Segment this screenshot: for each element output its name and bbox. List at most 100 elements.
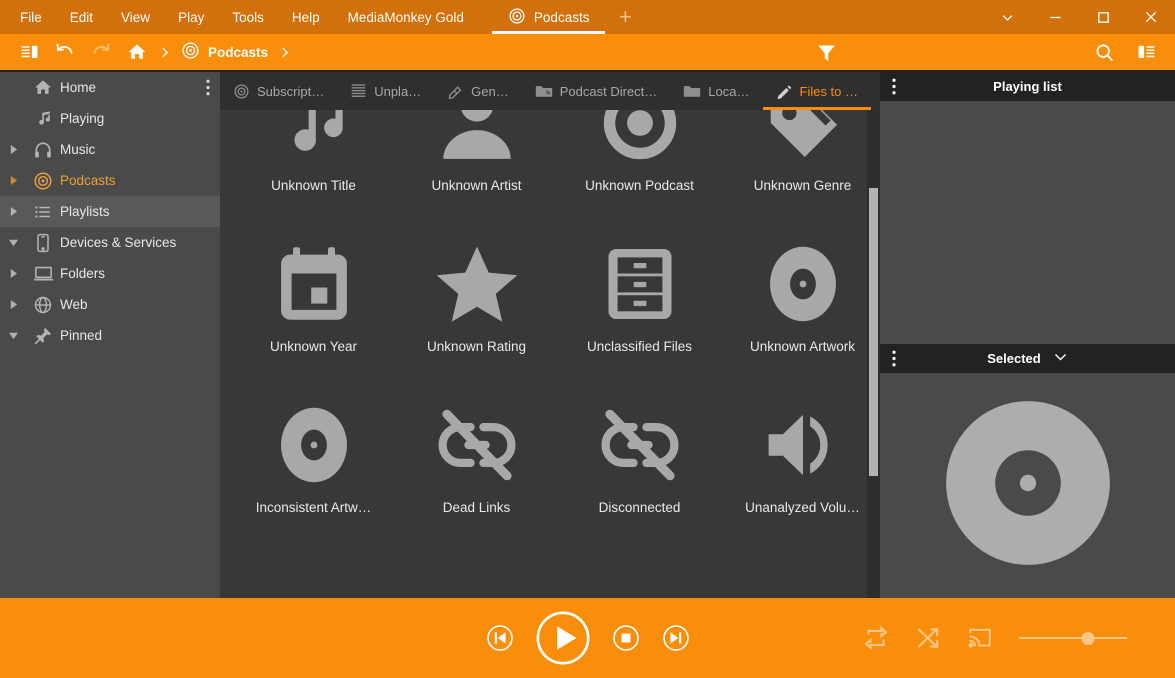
- tile-unanalyzed-volume[interactable]: Unanalyzed Volu…: [721, 384, 880, 545]
- cast-icon[interactable]: [967, 625, 993, 651]
- window-tab-podcasts[interactable]: Podcasts: [491, 0, 606, 34]
- tile-inconsistent-artwork[interactable]: Inconsistent Artw…: [232, 384, 395, 545]
- more-vertical-icon[interactable]: [892, 72, 896, 101]
- chevron-down-icon[interactable]: [1053, 351, 1068, 366]
- volume-knob[interactable]: [1081, 631, 1095, 645]
- menu-bar: File Edit View Play Tools Help MediaMonk…: [0, 0, 1175, 34]
- tile-disconnected[interactable]: Disconnected: [558, 384, 721, 545]
- more-vertical-icon[interactable]: [892, 344, 896, 373]
- sidebar-item-playing[interactable]: Playing: [0, 103, 220, 134]
- shuffle-icon[interactable]: [915, 625, 941, 651]
- music-note-icon: [271, 110, 357, 172]
- tab-label: Gen…: [471, 83, 509, 99]
- chevron-right-icon[interactable]: [0, 268, 26, 279]
- chevron-right-icon[interactable]: [0, 206, 26, 217]
- chevron-down-icon[interactable]: [0, 331, 26, 340]
- tile-unknown-year[interactable]: Unknown Year: [232, 223, 395, 384]
- menu-help[interactable]: Help: [278, 0, 334, 34]
- breadcrumb-label-podcasts: Podcasts: [208, 44, 269, 60]
- sidebar-item-devices-services[interactable]: Devices & Services: [0, 227, 220, 258]
- sidebar-item-web[interactable]: Web: [0, 289, 220, 320]
- disc-icon: [760, 235, 846, 333]
- content-vertical-scrollbar[interactable]: [869, 188, 878, 476]
- menu-edit[interactable]: Edit: [56, 0, 107, 34]
- chevron-right-icon[interactable]: [0, 144, 26, 155]
- chevron-right-icon[interactable]: [0, 175, 26, 186]
- chevron-right-icon[interactable]: [0, 299, 26, 310]
- chevron-down-icon[interactable]: [983, 0, 1031, 34]
- menu-play[interactable]: Play: [164, 0, 218, 34]
- filter-funnel-icon[interactable]: [809, 37, 843, 67]
- tab-podcast-directory[interactable]: Podcast Direct…: [522, 72, 671, 110]
- menu-mediamonkey-gold[interactable]: MediaMonkey Gold: [334, 0, 478, 34]
- repeat-icon[interactable]: [863, 625, 889, 651]
- tile-unknown-genre[interactable]: Unknown Genre: [721, 110, 880, 223]
- music-note-icon: [26, 109, 60, 128]
- tile-grid-wrapper: Unknown Title Unknown Artist Unknown Pod…: [220, 110, 880, 598]
- chevron-down-icon[interactable]: [0, 238, 26, 247]
- tab-label: Loca…: [708, 83, 750, 99]
- tile-grid: Unknown Title Unknown Artist Unknown Pod…: [220, 110, 880, 545]
- sidebar-more-icon[interactable]: [206, 72, 210, 103]
- volume-slider[interactable]: [1019, 631, 1127, 645]
- pencil-icon: [776, 83, 793, 100]
- sidebar-item-music[interactable]: Music: [0, 134, 220, 165]
- redo-icon[interactable]: [84, 37, 118, 67]
- selected-artwork-area[interactable]: [880, 373, 1175, 598]
- close-icon[interactable]: [1127, 0, 1175, 34]
- skip-next-icon[interactable]: [660, 622, 692, 654]
- sidebar-item-playlists[interactable]: Playlists: [0, 196, 220, 227]
- speaker-icon: [760, 396, 846, 494]
- sidebar-item-label: Devices & Services: [60, 235, 177, 250]
- tile-unknown-title[interactable]: Unknown Title: [232, 110, 395, 223]
- sidebar-item-label: Podcasts: [60, 173, 116, 188]
- maximize-icon[interactable]: [1079, 0, 1127, 34]
- tile-unclassified-files[interactable]: Unclassified Files: [558, 223, 721, 384]
- tile-unknown-artwork[interactable]: Unknown Artwork: [721, 223, 880, 384]
- right-panel-toggle-icon[interactable]: [1129, 37, 1163, 67]
- headphones-icon: [26, 140, 60, 160]
- menu-items: File Edit View Play Tools Help MediaMonk…: [0, 0, 478, 34]
- tab-location[interactable]: Loca…: [670, 72, 762, 110]
- sidebar-item-pinned[interactable]: Pinned: [0, 320, 220, 351]
- menu-view[interactable]: View: [107, 0, 164, 34]
- mediamonkey-window: File Edit View Play Tools Help MediaMonk…: [0, 0, 1175, 678]
- undo-icon[interactable]: [48, 37, 82, 67]
- selected-header: Selected: [880, 344, 1175, 373]
- tab-files-to-edit[interactable]: Files to …: [762, 72, 872, 110]
- tile-unknown-rating[interactable]: Unknown Rating: [395, 223, 558, 384]
- play-icon[interactable]: [534, 609, 592, 667]
- menu-file[interactable]: File: [6, 0, 56, 34]
- add-tab-button[interactable]: +: [605, 0, 645, 34]
- minimize-icon[interactable]: [1031, 0, 1079, 34]
- skip-previous-icon[interactable]: [484, 622, 516, 654]
- tab-subscriptions[interactable]: Subscript…: [220, 72, 337, 110]
- sidebar-item-podcasts[interactable]: Podcasts: [0, 165, 220, 196]
- stop-icon[interactable]: [610, 622, 642, 654]
- breadcrumb[interactable]: Podcasts: [175, 41, 274, 63]
- left-panel-toggle-icon[interactable]: [12, 37, 46, 67]
- folder-icon: [683, 83, 701, 99]
- tile-label: Unknown Rating: [426, 339, 527, 354]
- playing-list-body[interactable]: [880, 101, 1175, 344]
- file-cabinet-icon: [598, 235, 682, 333]
- home-icon[interactable]: [120, 37, 154, 67]
- window-tabstrip: Podcasts +: [491, 0, 646, 34]
- tab-genres[interactable]: Gen…: [434, 72, 522, 110]
- breadcrumb-chevron-2[interactable]: [276, 45, 293, 60]
- tab-unplayed[interactable]: Unpla…: [337, 72, 434, 110]
- window-tab-label: Podcasts: [533, 9, 590, 25]
- tile-label: Inconsistent Artw…: [255, 500, 372, 515]
- tile-unknown-artist[interactable]: Unknown Artist: [395, 110, 558, 223]
- globe-icon: [26, 295, 60, 315]
- sidebar-item-folders[interactable]: Folders: [0, 258, 220, 289]
- volume-track: [1019, 637, 1127, 639]
- sidebar-item-home[interactable]: Home: [0, 72, 220, 103]
- tile-dead-links[interactable]: Dead Links: [395, 384, 558, 545]
- disc-icon: [271, 396, 357, 494]
- search-icon[interactable]: [1087, 37, 1121, 67]
- sidebar-item-label: Web: [60, 297, 88, 312]
- tile-label: Unknown Artist: [431, 178, 522, 193]
- menu-tools[interactable]: Tools: [218, 0, 278, 34]
- tile-unknown-podcast[interactable]: Unknown Podcast: [558, 110, 721, 223]
